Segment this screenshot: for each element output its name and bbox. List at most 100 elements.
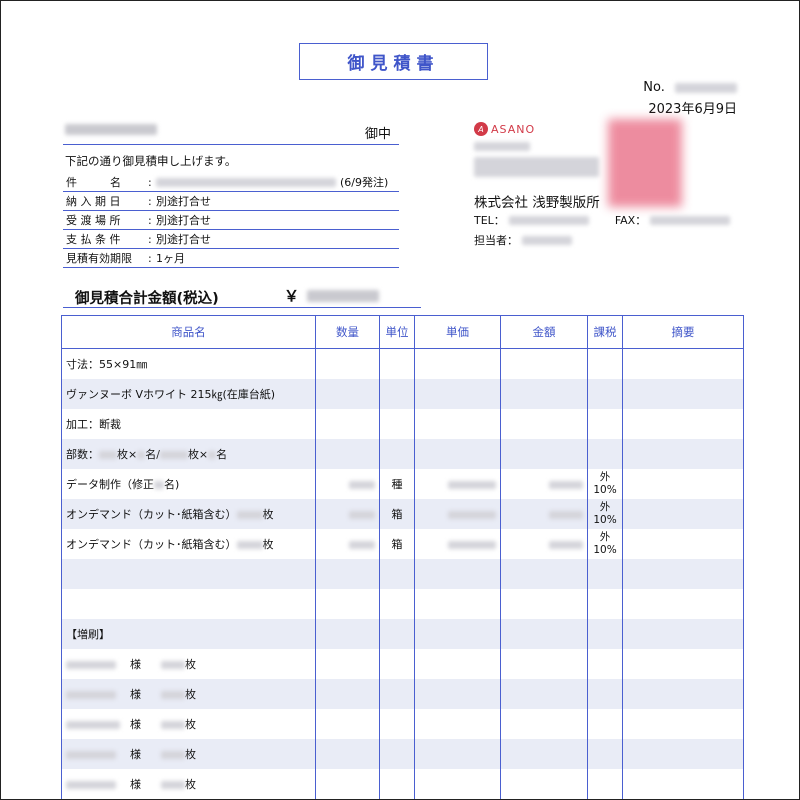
info-key: 納 入 期 日	[66, 195, 121, 208]
cell-item: オンデマンド（カット･紙箱含む）枚	[61, 499, 316, 529]
table-row: ヴァンヌーボ Vホワイト 215㎏(在庫台紙)	[61, 379, 744, 409]
cell-item: 様枚	[61, 649, 316, 679]
cell-unit-price	[414, 469, 501, 499]
address-redacted	[474, 157, 599, 177]
client-suffix: 御中	[364, 127, 391, 142]
fax-label: FAX：	[614, 214, 647, 227]
cell-item: 寸法：55×91㎜	[61, 348, 316, 379]
cell-item: 様枚	[61, 679, 316, 709]
logo-mark-icon: A	[474, 122, 488, 136]
cell-item: 様枚	[61, 769, 316, 799]
document-date: 2023年6月9日	[648, 102, 737, 117]
client-line: 御中	[63, 119, 399, 145]
cell-item: オンデマンド（カット･紙箱含む）枚	[61, 529, 316, 559]
cell-item: 様枚	[61, 739, 316, 769]
table-row: 様枚	[61, 649, 744, 679]
table-row: 寸法：55×91㎜	[61, 348, 744, 379]
subject-redacted	[156, 177, 336, 187]
yen-sign: ￥	[284, 287, 300, 305]
quote-document: 御見積書 No. 2023年6月9日 御中 下記の通り御見積申し上げます。 件 …	[0, 0, 800, 800]
info-value: (6/9発注)	[340, 176, 389, 189]
col-header-tax: 課税	[587, 315, 623, 349]
intro-text: 下記の通り御見積申し上げます。	[65, 154, 237, 168]
info-row-delivery-place: 受 渡 場 所 : 別途打合せ	[63, 211, 399, 230]
table-row: 様枚	[61, 679, 744, 709]
total-amount-line: 御見積合計金額(税込) ￥	[63, 285, 421, 308]
company-logo: A ASANO	[474, 122, 535, 136]
table-row: オンデマンド（カット･紙箱含む）枚 箱 外 10%	[61, 529, 744, 559]
total-label: 御見積合計金額(税込)	[75, 291, 219, 307]
cell-item: 【増刷】	[61, 619, 316, 649]
info-value: 別途打合せ	[156, 195, 211, 208]
col-header-amount: 金額	[500, 315, 588, 349]
table-row	[61, 559, 744, 589]
info-key: 支 払 条 件	[66, 233, 121, 246]
col-header-unit: 単位	[379, 315, 415, 349]
cell-unit-price	[414, 529, 501, 559]
cell-unit: 種	[379, 469, 415, 499]
person-in-charge: 担当者：	[474, 232, 572, 248]
info-value: 1ヶ月	[156, 252, 185, 265]
table-row: 様枚	[61, 769, 744, 799]
company-contact: TEL： FAX：	[474, 212, 731, 228]
cell-item	[61, 589, 316, 619]
cell-item: データ制作（修正 名)	[61, 469, 316, 499]
cell-qty	[315, 499, 380, 529]
info-row-payment: 支 払 条 件 : 別途打合せ	[63, 230, 399, 249]
cell-amount	[500, 529, 588, 559]
cell-tax: 外 10%	[587, 529, 623, 559]
table-row: 部数： 枚× 名/枚× 名	[61, 439, 744, 469]
info-table: 件 名 : (6/9発注) 納 入 期 日 : 別途打合せ 受 渡 場 所 : …	[63, 173, 399, 268]
cell-qty	[315, 469, 380, 499]
info-key: 受 渡 場 所	[66, 214, 121, 227]
document-number: No.	[643, 80, 737, 95]
tel-label: TEL：	[474, 214, 505, 227]
cell-unit: 箱	[379, 529, 415, 559]
col-header-qty: 数量	[315, 315, 380, 349]
cell-item: 部数： 枚× 名/枚× 名	[61, 439, 316, 469]
table-row: 【増刷】	[61, 619, 744, 649]
cell-unit: 箱	[379, 499, 415, 529]
fax-redacted	[650, 215, 731, 225]
company-name: 株式会社 浅野製版所	[474, 195, 600, 211]
cell-tax: 外 10%	[587, 499, 623, 529]
table-row: データ制作（修正 名) 種 外 10%	[61, 469, 744, 499]
total-amount-redacted	[307, 290, 379, 302]
table-row: 様枚	[61, 709, 744, 739]
cell-amount	[500, 469, 588, 499]
cell-item: 加工：断裁	[61, 409, 316, 439]
col-header-unit-price: 単価	[414, 315, 501, 349]
table-row: 加工：断裁	[61, 409, 744, 439]
cell-unit-price	[414, 499, 501, 529]
info-row-validity: 見積有効期限 : 1ヶ月	[63, 249, 399, 268]
info-key: 件 名	[66, 176, 121, 189]
table-header-row: 商品名 数量 単位 単価 金額 課税 摘要	[61, 315, 744, 349]
col-header-item: 商品名	[61, 315, 316, 349]
table-row: オンデマンド（カット･紙箱含む）枚 箱 外 10%	[61, 499, 744, 529]
cell-tax: 外 10%	[587, 469, 623, 499]
doc-no-redacted	[675, 82, 737, 93]
items-table: 商品名 数量 単位 単価 金額 課税 摘要 寸法：55×91㎜ ヴァンヌーボ V…	[61, 315, 744, 799]
document-title: 御見積書	[299, 43, 488, 80]
info-key: 見積有効期限	[66, 252, 132, 265]
cell-item	[61, 559, 316, 589]
info-value: 別途打合せ	[156, 214, 211, 227]
tel-redacted	[508, 215, 589, 225]
table-row	[61, 589, 744, 619]
company-seal-stamp	[608, 119, 682, 207]
col-header-note: 摘要	[622, 315, 744, 349]
info-value: 別途打合せ	[156, 233, 211, 246]
table-row: 様枚	[61, 739, 744, 769]
info-row-subject: 件 名 : (6/9発注)	[63, 173, 399, 192]
info-row-delivery-date: 納 入 期 日 : 別途打合せ	[63, 192, 399, 211]
postal-redacted	[474, 142, 530, 151]
client-name-redacted	[65, 124, 157, 135]
cell-item: 様枚	[61, 709, 316, 739]
cell-amount	[500, 499, 588, 529]
cell-item: ヴァンヌーボ Vホワイト 215㎏(在庫台紙)	[61, 379, 316, 409]
doc-no-label: No.	[643, 80, 665, 95]
cell-qty	[315, 529, 380, 559]
logo-text: ASANO	[491, 122, 536, 136]
person-label: 担当者：	[474, 234, 518, 247]
person-redacted	[522, 235, 572, 245]
